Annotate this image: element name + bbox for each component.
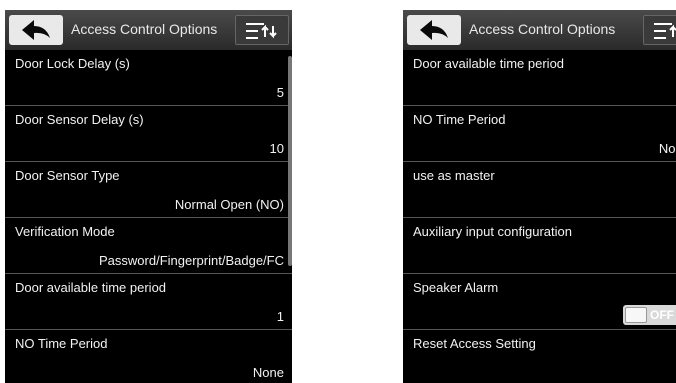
- item-label: Door Sensor Delay (s): [15, 112, 144, 127]
- item-value: 10: [269, 141, 284, 156]
- scrollbar[interactable]: [288, 56, 292, 266]
- list-item-verification-mode[interactable]: Verification Mode Password/Fingerprint/B…: [5, 218, 292, 274]
- item-value: None: [658, 141, 676, 156]
- item-label: Verification Mode: [15, 224, 115, 239]
- list-item-use-as-master[interactable]: use as master In: [403, 162, 676, 218]
- item-label: Speaker Alarm: [413, 280, 499, 295]
- title-bar: Access Control Options: [403, 10, 676, 50]
- toggle-knob[interactable]: [625, 307, 647, 323]
- sort-menu-icon: [654, 23, 676, 39]
- list-item-door-lock-delay[interactable]: Door Lock Delay (s) 5: [5, 50, 292, 106]
- list-item-door-sensor-delay[interactable]: Door Sensor Delay (s) 10: [5, 106, 292, 162]
- item-label: Door available time period: [413, 56, 565, 71]
- list-item-no-time-period[interactable]: NO Time Period None: [5, 330, 292, 383]
- page-title: Access Control Options: [71, 21, 218, 37]
- back-button[interactable]: [407, 15, 461, 45]
- item-label: NO Time Period: [413, 112, 506, 127]
- page-title: Access Control Options: [469, 21, 616, 37]
- list-item-auxiliary-input-configuration[interactable]: Auxiliary input configuration: [403, 218, 676, 274]
- right-screen: Access Control Options Door available ti…: [403, 10, 676, 383]
- speaker-alarm-toggle[interactable]: OFF: [623, 305, 676, 325]
- item-label: use as master: [413, 168, 495, 183]
- list-item-door-available-time-period[interactable]: Door available time period 1: [403, 50, 676, 106]
- list-item-door-sensor-type[interactable]: Door Sensor Type Normal Open (NO): [5, 162, 292, 218]
- list-item-speaker-alarm[interactable]: Speaker Alarm OFF: [403, 274, 676, 330]
- left-screen: Access Control Options Door Lock Delay (…: [5, 10, 292, 383]
- item-label: Door available time period: [15, 280, 167, 295]
- options-list: Door Lock Delay (s) 5 Door Sensor Delay …: [5, 50, 292, 383]
- toggle-state-text: OFF: [650, 308, 674, 322]
- item-value: None: [252, 365, 284, 380]
- list-item-door-available-time-period[interactable]: Door available time period 1: [5, 274, 292, 330]
- item-label: Reset Access Setting: [413, 336, 536, 351]
- title-bar: Access Control Options: [5, 10, 292, 50]
- options-list: Door available time period 1 NO Time Per…: [403, 50, 676, 383]
- item-label: Door Sensor Type: [15, 168, 120, 183]
- item-label: NO Time Period: [15, 336, 108, 351]
- list-item-reset-access-setting[interactable]: Reset Access Setting: [403, 330, 676, 383]
- sort-menu-button[interactable]: [643, 15, 676, 45]
- sort-menu-icon: [246, 23, 277, 39]
- list-item-no-time-period[interactable]: NO Time Period None: [403, 106, 676, 162]
- item-value: 5: [276, 85, 284, 100]
- item-value: 1: [276, 309, 284, 324]
- item-label: Auxiliary input configuration: [413, 224, 572, 239]
- item-value: Normal Open (NO): [174, 197, 284, 212]
- sort-menu-button[interactable]: [235, 15, 289, 45]
- item-label: Door Lock Delay (s): [15, 56, 130, 71]
- back-arrow-icon: [22, 20, 50, 40]
- back-button[interactable]: [9, 15, 63, 45]
- item-value: Password/Fingerprint/Badge/FC: [99, 253, 284, 268]
- back-arrow-icon: [420, 20, 448, 40]
